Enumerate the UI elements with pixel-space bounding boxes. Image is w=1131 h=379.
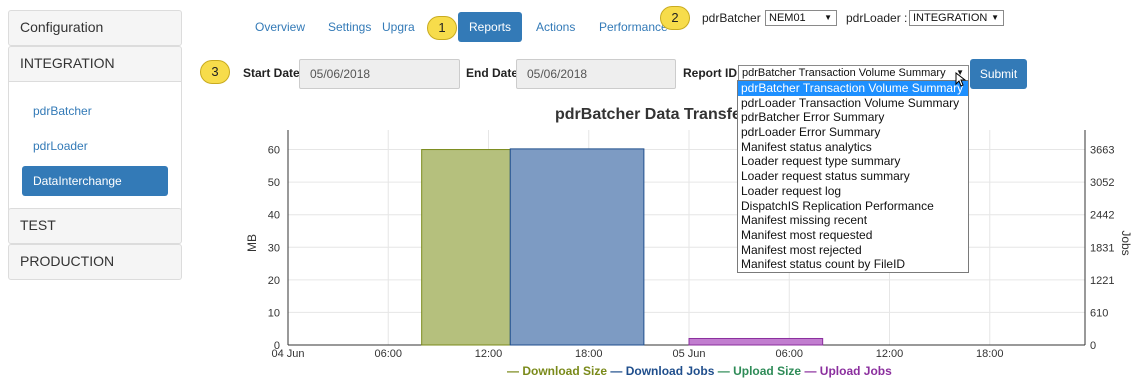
report-id-dropdown[interactable]: pdrBatcher Transaction Volume Summary pdr…	[737, 80, 969, 273]
legend-download-size-label: Download Size	[522, 364, 608, 378]
y-axis-label: MB	[245, 234, 259, 252]
y2-tick-label: 1831	[1090, 242, 1114, 254]
legend-upload-size-label: Upload Size	[733, 364, 802, 378]
y-tick-label: 30	[268, 242, 280, 254]
y-tick-label: 10	[268, 307, 280, 319]
dropdown-option[interactable]: Loader request status summary	[738, 169, 968, 184]
page: Configuration INTEGRATION pdrBatcher pdr…	[0, 0, 1131, 379]
y2-tick-label: 0	[1090, 340, 1096, 352]
x-tick-label: 12:00	[876, 348, 904, 360]
y-tick-label: 20	[268, 275, 280, 287]
y-tick-label: 40	[268, 210, 280, 222]
chart-legend: — Download Size — Download Jobs — Upload…	[507, 364, 892, 378]
dropdown-option[interactable]: Loader request log	[738, 184, 968, 199]
legend-upload-size[interactable]: — Upload Size	[718, 364, 801, 378]
legend-upload-jobs[interactable]: — Upload Jobs	[804, 364, 891, 378]
y2-tick-label: 3052	[1090, 177, 1114, 189]
dropdown-option[interactable]: Manifest missing recent	[738, 213, 968, 228]
x-tick-label: 18:00	[976, 348, 1004, 360]
dropdown-option[interactable]: pdrBatcher Error Summary	[738, 110, 968, 125]
dropdown-option[interactable]: Manifest status analytics	[738, 140, 968, 155]
dropdown-option[interactable]: pdrLoader Transaction Volume Summary	[738, 96, 968, 111]
dropdown-option[interactable]: Loader request type summary	[738, 154, 968, 169]
y2-tick-label: 2442	[1090, 210, 1114, 222]
dropdown-option[interactable]: pdrLoader Error Summary	[738, 125, 968, 140]
y-tick-label: 60	[268, 145, 280, 157]
dropdown-option[interactable]: Manifest most requested	[738, 228, 968, 243]
x-tick-label: 05 Jun	[672, 348, 705, 360]
dropdown-option[interactable]: DispatchIS Replication Performance	[738, 199, 968, 214]
legend-upload-jobs-label: Upload Jobs	[819, 364, 892, 378]
y2-tick-label: 610	[1090, 307, 1108, 319]
x-tick-label: 04 Jun	[271, 348, 304, 360]
y2-tick-label: 3663	[1090, 145, 1114, 157]
dropdown-option[interactable]: Manifest status count by FileID	[738, 257, 968, 272]
dropdown-option[interactable]: Manifest most rejected	[738, 243, 968, 258]
y-tick-label: 50	[268, 177, 280, 189]
x-tick-label: 12:00	[475, 348, 503, 360]
mouse-cursor-icon	[955, 72, 967, 87]
dropdown-option[interactable]: pdrBatcher Transaction Volume Summary	[738, 81, 968, 96]
x-tick-label: 06:00	[775, 348, 803, 360]
bar-download-jobs	[509, 148, 645, 346]
bar-upload-jobs	[688, 337, 824, 346]
y2-tick-label: 1221	[1090, 275, 1114, 287]
bar-download-size	[421, 149, 511, 346]
y2-axis-label: Jobs	[1119, 230, 1131, 255]
x-tick-label: 18:00	[575, 348, 603, 360]
legend-download-size[interactable]: — Download Size	[507, 364, 607, 378]
legend-download-jobs[interactable]: — Download Jobs	[610, 364, 714, 378]
x-tick-label: 06:00	[374, 348, 402, 360]
legend-download-jobs-label: Download Jobs	[625, 364, 715, 378]
